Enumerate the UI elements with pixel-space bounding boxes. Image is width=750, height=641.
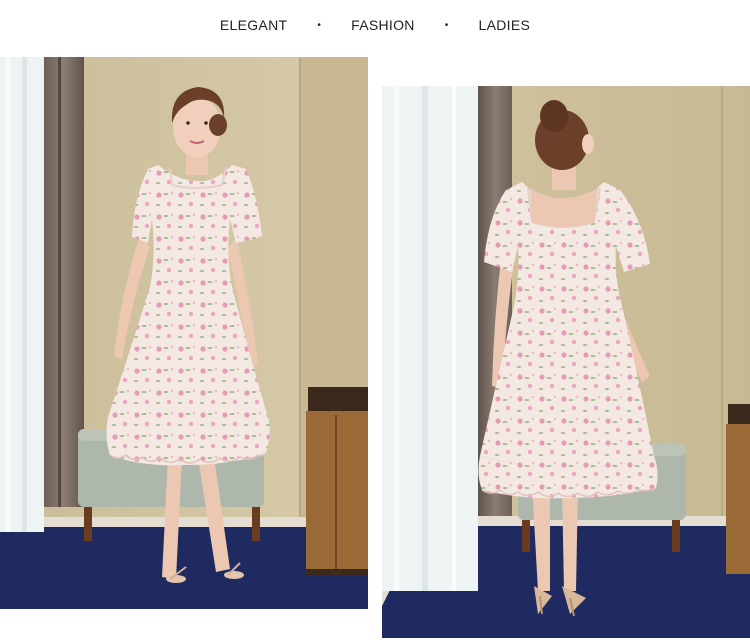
product-photo-back[interactable] [382, 86, 750, 638]
back-photo-illustration [382, 86, 750, 638]
tagline-separator-1: • [317, 19, 322, 31]
front-photo-illustration [0, 57, 368, 609]
product-photo-front[interactable] [0, 57, 368, 609]
tagline-word-elegant: ELEGANT [219, 17, 288, 33]
tagline-separator-2: • [444, 19, 449, 31]
tagline-word-fashion: FASHION [351, 17, 415, 33]
tagline-word-ladies: LADIES [478, 17, 531, 33]
tagline-bar: ELEGANT • FASHION • LADIES [0, 0, 750, 50]
